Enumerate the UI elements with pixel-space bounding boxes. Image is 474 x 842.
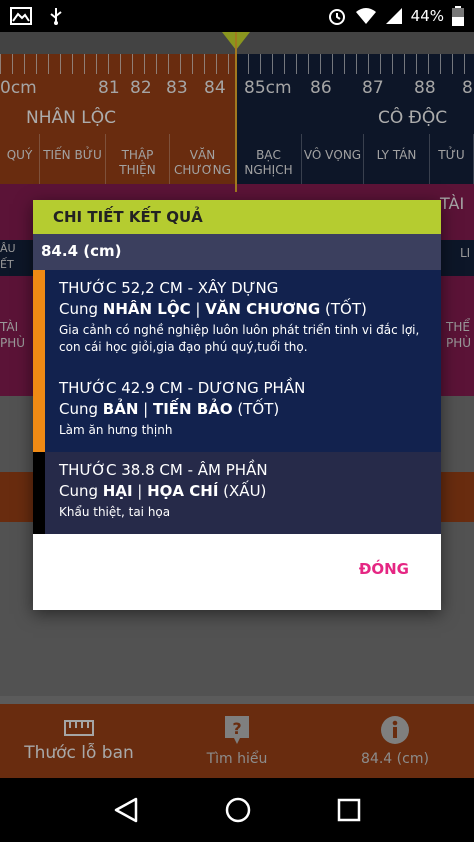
dialog-title: CHI TIẾT KẾT QUẢ	[33, 200, 441, 234]
battery-percent: 44%	[410, 7, 444, 25]
result-detail-dialog: CHI TIẾT KẾT QUẢ 84.4 (cm) THƯỚC 52,2 CM…	[33, 200, 441, 610]
item-cung: Cung NHÂN LỘC | VĂN CHƯƠNG (TỐT)	[59, 300, 367, 318]
home-icon[interactable]	[224, 796, 252, 824]
recents-icon[interactable]	[337, 798, 361, 822]
dialog-footer: ĐÓNG	[33, 534, 441, 610]
item-title: THƯỚC 38.8 CM - ÂM PHẦN	[59, 461, 268, 479]
system-navigation-bar	[0, 778, 474, 842]
item-accent	[33, 270, 45, 370]
status-bar: 44%	[0, 0, 474, 32]
item-title: THƯỚC 42.9 CM - DƯƠNG PHẦN	[59, 379, 306, 397]
battery-icon	[452, 6, 464, 26]
item-description: Khẩu thiệt, tai họa	[59, 505, 171, 519]
gallery-notification-icon	[10, 7, 32, 25]
item-description: Làm ăn hưng thịnh	[59, 423, 173, 437]
item-description: Gia cảnh có nghề nghiệp luôn luôn phát t…	[59, 323, 420, 354]
back-icon[interactable]	[113, 797, 139, 823]
signal-icon	[385, 8, 402, 24]
usb-icon	[50, 8, 62, 25]
alarm-icon	[328, 9, 345, 25]
result-item: THƯỚC 42.9 CM - DƯƠNG PHẦN Cung BẢN | TI…	[33, 370, 441, 452]
close-button[interactable]: ĐÓNG	[359, 560, 409, 578]
item-accent	[33, 452, 45, 534]
item-title: THƯỚC 52,2 CM - XÂY DỰNG	[59, 279, 279, 297]
result-item: THƯỚC 52,2 CM - XÂY DỰNG Cung NHÂN LỘC |…	[33, 270, 441, 370]
item-cung: Cung HẠI | HỌA CHÍ (XẤU)	[59, 482, 267, 500]
item-cung: Cung BẢN | TIẾN BẢO (TỐT)	[59, 400, 280, 418]
item-accent	[33, 370, 45, 452]
dialog-measure: 84.4 (cm)	[33, 234, 441, 270]
result-item: THƯỚC 38.8 CM - ÂM PHẦN Cung HẠI | HỌA C…	[33, 452, 441, 534]
wifi-icon	[355, 8, 376, 24]
